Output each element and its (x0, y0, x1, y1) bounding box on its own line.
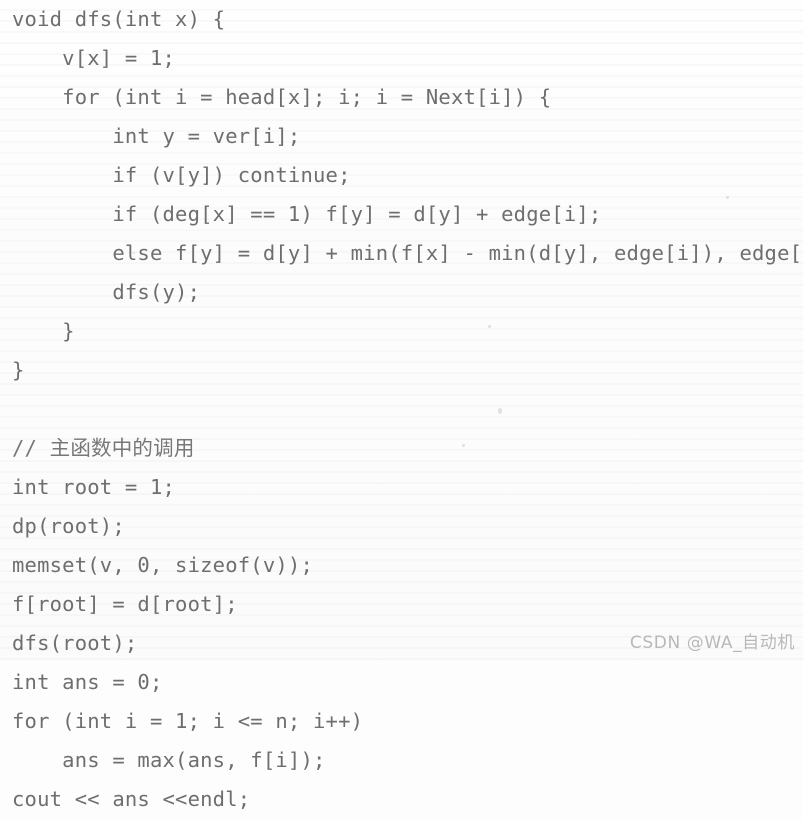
code-line: if (v[y]) continue; (12, 163, 351, 187)
code-line: if (deg[x] == 1) f[y] = d[y] + edge[i]; (12, 202, 602, 226)
code-line: dp(root); (12, 514, 125, 538)
scanned-code-page: void dfs(int x) { v[x] = 1; for (int i =… (0, 0, 803, 811)
code-line: cout << ans <<endl; (12, 787, 251, 811)
code-line: ans = max(ans, f[i]); (12, 748, 326, 772)
csdn-watermark: CSDN @WA_自动机 (629, 633, 795, 653)
code-line: int ans = 0; (12, 670, 163, 694)
code-line: else f[y] = d[y] + min(f[x] - min(d[y], … (12, 241, 803, 265)
code-line: dfs(y); (12, 280, 201, 304)
code-line: int root = 1; (12, 475, 176, 499)
code-line: } (12, 358, 25, 382)
code-line: void dfs(int x) { (12, 7, 226, 31)
code-block: void dfs(int x) { v[x] = 1; for (int i =… (0, 0, 803, 819)
code-line: } (12, 319, 75, 343)
code-line: v[x] = 1; (12, 46, 176, 70)
code-line: f[root] = d[root]; (12, 592, 238, 616)
code-line: for (int i = 1; i <= n; i++) (12, 709, 364, 733)
code-line: for (int i = head[x]; i; i = Next[i]) { (12, 85, 552, 109)
code-line: int y = ver[i]; (12, 124, 301, 148)
code-line: // 主函数中的调用 (12, 436, 195, 460)
code-line: memset(v, 0, sizeof(v)); (12, 553, 314, 577)
